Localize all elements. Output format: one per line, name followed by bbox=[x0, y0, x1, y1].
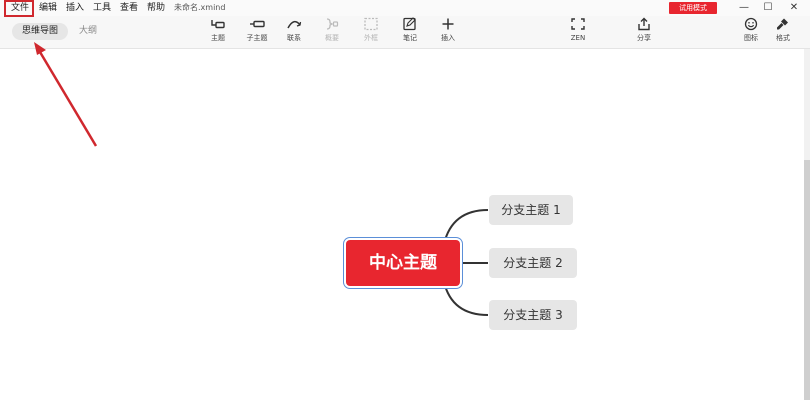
emoji-icon bbox=[739, 17, 763, 34]
topic-label: 主题 bbox=[211, 34, 225, 42]
trial-badge[interactable]: 试用模式 bbox=[669, 2, 717, 14]
branch-topic-3[interactable]: 分支主题 3 bbox=[489, 300, 577, 330]
note-icon bbox=[398, 17, 422, 34]
central-topic[interactable]: 中心主题 bbox=[346, 240, 460, 286]
boundary-label: 外框 bbox=[364, 34, 378, 42]
toolbar: 思维导图 大纲 主题 子主题 联系 概要 外框 笔记 插入 ZEN 分享 图标 … bbox=[0, 16, 810, 49]
menu-tools[interactable]: 工具 bbox=[92, 0, 112, 16]
note-label: 笔记 bbox=[403, 34, 417, 42]
menu-help[interactable]: 帮助 bbox=[146, 0, 166, 16]
summary-button[interactable]: 概要 bbox=[314, 17, 350, 47]
menu-bar: 文件 编辑 插入 工具 查看 帮助 未命名.xmind 试用模式 — ☐ ✕ bbox=[0, 0, 810, 16]
insert-button[interactable]: 插入 bbox=[430, 17, 466, 47]
zen-label: ZEN bbox=[570, 34, 586, 42]
relationship-label: 联系 bbox=[287, 34, 301, 42]
format-button[interactable]: 格式 bbox=[765, 17, 801, 47]
view-outline-tab[interactable]: 大纲 bbox=[79, 23, 97, 40]
mindmap-canvas[interactable] bbox=[0, 49, 810, 400]
view-mindmap-tab[interactable]: 思维导图 bbox=[12, 23, 68, 40]
format-label: 格式 bbox=[776, 34, 790, 42]
vertical-scrollbar[interactable] bbox=[804, 49, 810, 400]
share-icon bbox=[632, 17, 656, 34]
subtopic-label: 子主题 bbox=[246, 34, 268, 42]
document-title: 未命名.xmind bbox=[174, 3, 226, 12]
topic-icon bbox=[206, 17, 230, 34]
icon-panel-label: 图标 bbox=[744, 34, 758, 42]
subtopic-icon bbox=[245, 17, 269, 34]
share-label: 分享 bbox=[637, 34, 651, 42]
boundary-button[interactable]: 外框 bbox=[353, 17, 389, 47]
note-button[interactable]: 笔记 bbox=[392, 17, 428, 47]
relationship-icon bbox=[282, 17, 306, 34]
menu-insert[interactable]: 插入 bbox=[65, 0, 85, 16]
menu-edit[interactable]: 编辑 bbox=[38, 0, 58, 16]
share-button[interactable]: 分享 bbox=[626, 17, 662, 47]
relationship-button[interactable]: 联系 bbox=[276, 17, 312, 47]
menu-view[interactable]: 查看 bbox=[119, 0, 139, 16]
plus-icon bbox=[436, 17, 460, 34]
summary-label: 概要 bbox=[325, 34, 339, 42]
file-menu-highlight-box bbox=[4, 0, 34, 17]
format-brush-icon bbox=[771, 17, 795, 34]
minimize-button[interactable]: — bbox=[734, 0, 754, 16]
summary-icon bbox=[320, 17, 344, 34]
icon-panel-button[interactable]: 图标 bbox=[733, 17, 769, 47]
zen-button[interactable]: ZEN bbox=[560, 17, 596, 47]
maximize-button[interactable]: ☐ bbox=[758, 0, 778, 16]
scrollbar-thumb[interactable] bbox=[804, 160, 810, 400]
branch-topic-2[interactable]: 分支主题 2 bbox=[489, 248, 577, 278]
close-button[interactable]: ✕ bbox=[784, 0, 804, 16]
insert-label: 插入 bbox=[441, 34, 455, 42]
boundary-icon bbox=[359, 17, 383, 34]
zen-icon bbox=[566, 17, 590, 34]
topic-button[interactable]: 主题 bbox=[200, 17, 236, 47]
branch-topic-1[interactable]: 分支主题 1 bbox=[489, 195, 573, 225]
subtopic-button[interactable]: 子主题 bbox=[239, 17, 275, 47]
